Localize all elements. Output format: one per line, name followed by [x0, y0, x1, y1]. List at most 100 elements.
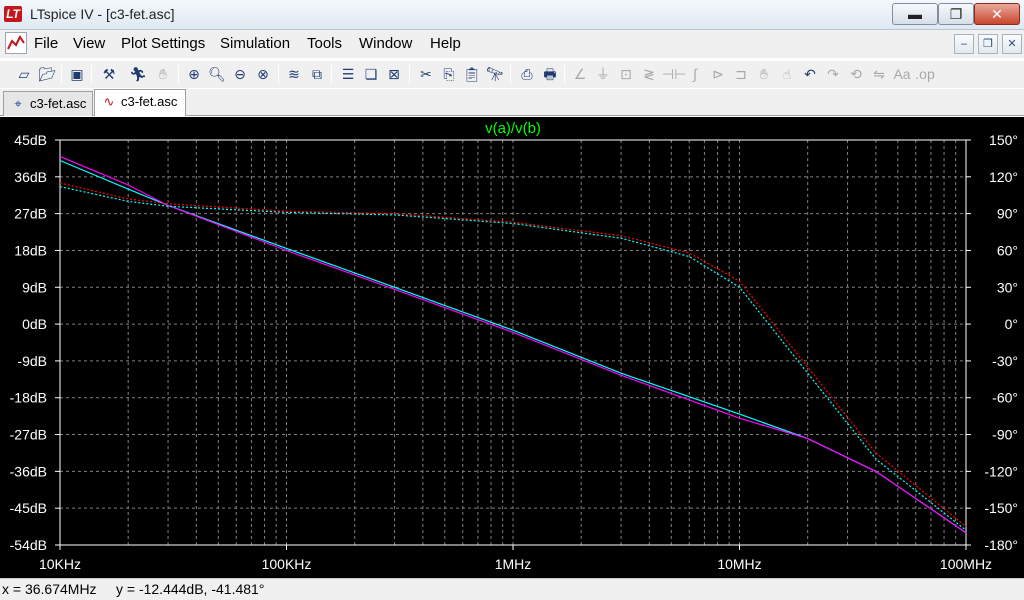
y-tick-label-left: -18dB: [10, 390, 47, 406]
window-title: LTspice IV - [c3-fet.asc]: [30, 6, 175, 22]
spice-directive-icon[interactable]: .op: [915, 64, 935, 84]
y-tick-label-left: -36dB: [10, 463, 47, 479]
y-tick-label-right: -180°: [984, 537, 1018, 553]
label-net-icon[interactable]: ⊡: [616, 64, 636, 84]
menu-window[interactable]: Window: [359, 35, 412, 52]
ltspice-logo-icon: LT: [4, 6, 22, 22]
close-button[interactable]: ✕: [974, 3, 1020, 25]
trace-label: v(a)/v(b): [485, 120, 541, 137]
y-tick-label-right: -150°: [984, 500, 1018, 516]
close-icon: ✕: [1007, 38, 1017, 50]
move-icon[interactable]: ✋︎: [754, 64, 774, 84]
y-tick-label-left: 9dB: [22, 279, 47, 295]
schematic-icon: ⌖: [14, 96, 22, 111]
tile-horizontal-icon[interactable]: ☰: [338, 64, 358, 84]
y-tick-label-left: 45dB: [14, 132, 47, 148]
y-tick-label-right: 0°: [1005, 316, 1018, 332]
wire-icon[interactable]: ∠: [570, 64, 590, 84]
copy-icon[interactable]: ⎘: [439, 64, 459, 84]
menu-file[interactable]: File: [34, 35, 58, 52]
zoom-out-icon[interactable]: ⊖: [230, 64, 250, 84]
zoom-cancel-icon[interactable]: ⊗: [253, 64, 273, 84]
y-tick-label-right: 90°: [997, 206, 1018, 222]
restore-icon: ❐: [983, 38, 993, 50]
new-schematic-icon[interactable]: ▱: [14, 64, 34, 84]
run-icon[interactable]: 🏃︎: [128, 64, 148, 84]
tab-schematic[interactable]: ⌖ c3-fet.asc: [3, 91, 93, 116]
mirror-icon[interactable]: ⇋: [869, 64, 889, 84]
cut-icon[interactable]: ✂: [416, 64, 436, 84]
halt-icon[interactable]: ✋︎: [153, 64, 173, 84]
diode-icon[interactable]: ⊳: [708, 64, 728, 84]
x-tick-label: 100MHz: [940, 556, 992, 572]
drag-icon[interactable]: ☝︎: [777, 64, 797, 84]
zoom-in-icon[interactable]: ⊕: [184, 64, 204, 84]
y-tick-label-right: -90°: [992, 427, 1018, 443]
waveform-icon: ∿: [103, 94, 115, 109]
restore-icon: ❐: [949, 6, 963, 22]
y-tick-label-left: 0dB: [22, 316, 47, 332]
waveform-plot[interactable]: 45dB 150° 36dB 120° 27dB 90° 18dB 60° 9dB 30° 0dB 0…: [0, 117, 1024, 578]
cascade-icon[interactable]: ❏: [361, 64, 381, 84]
resistor-icon[interactable]: ≷: [639, 64, 659, 84]
zoom-area-icon[interactable]: 🔍︎: [207, 64, 227, 84]
title-bar: LT LTspice IV - [c3-fet.asc] ▬ ❐ ✕: [0, 0, 1024, 30]
ground-icon[interactable]: ⏚: [593, 64, 613, 84]
menu-tools[interactable]: Tools: [307, 35, 342, 52]
open-icon[interactable]: 📂︎: [37, 64, 57, 84]
close-icon: ✕: [991, 6, 1003, 22]
print-preview-icon[interactable]: ⎙: [517, 64, 537, 84]
x-tick-label: 10KHz: [39, 556, 81, 572]
y-tick-label-right: -120°: [984, 463, 1018, 479]
component-icon[interactable]: ⊐: [731, 64, 751, 84]
y-tick-label-right: -30°: [992, 353, 1018, 369]
y-tick-label-right: -60°: [992, 390, 1018, 406]
menu-help[interactable]: Help: [430, 35, 461, 52]
phase-trace: [59, 182, 967, 528]
rotate-icon[interactable]: ⟲: [846, 64, 866, 84]
toolbar: ▱ 📂︎ ▣ ⚒ 🏃︎ ✋︎ ⊕ 🔍︎ ⊖ ⊗ ≋ ⧉ ☰ ❏ ⊠ ✂ ⎘ 📋︎…: [0, 60, 1024, 88]
print-icon[interactable]: 🖶︎: [540, 64, 560, 84]
capacitor-icon[interactable]: ⊣⊢: [662, 64, 686, 84]
mdi-close-button[interactable]: ✕: [1002, 34, 1022, 54]
menu-simulation[interactable]: Simulation: [220, 35, 290, 52]
document-system-menu-icon[interactable]: [5, 32, 27, 54]
y-tick-label-right: 150°: [989, 132, 1018, 148]
minimize-icon: –: [960, 38, 968, 50]
paste-icon[interactable]: 📋︎: [462, 64, 482, 84]
y-tick-label-left: -45dB: [10, 500, 47, 516]
control-panel-icon[interactable]: ⚒: [99, 64, 119, 84]
tab-label: c3-fet.asc: [121, 94, 178, 109]
zoom-full-icon[interactable]: ⧉: [307, 64, 327, 84]
x-tick-label: 10MHz: [717, 556, 761, 572]
y-tick-label-left: 27dB: [14, 206, 47, 222]
menu-plot-settings[interactable]: Plot Settings: [121, 35, 205, 52]
minimize-button[interactable]: ▬: [892, 3, 938, 25]
tab-waveform[interactable]: ∿ c3-fet.asc: [94, 89, 186, 116]
y-tick-label-left: -27dB: [10, 427, 47, 443]
y-tick-label-left: -9dB: [17, 353, 47, 369]
minimize-icon: ▬: [908, 6, 922, 22]
save-icon[interactable]: ▣: [67, 64, 87, 84]
tab-bar: ⌖ c3-fet.asc ∿ c3-fet.asc: [0, 89, 1024, 116]
plot-canvas[interactable]: 45dB 150° 36dB 120° 27dB 90° 18dB 60° 9dB 30° 0dB 0…: [0, 117, 1024, 578]
autorange-icon[interactable]: ≋: [284, 64, 304, 84]
menu-view[interactable]: View: [73, 35, 105, 52]
status-bar: x = 36.674MHz y = -12.444dB, -41.481°: [0, 578, 1024, 600]
text-icon[interactable]: Aa: [892, 64, 912, 84]
y-tick-label-left: 36dB: [14, 169, 47, 185]
y-tick-label-left: -54dB: [10, 537, 47, 553]
x-tick-label: 1MHz: [495, 556, 532, 572]
mdi-minimize-button[interactable]: –: [954, 34, 974, 54]
x-tick-label: 100KHz: [262, 556, 312, 572]
close-window-icon[interactable]: ⊠: [384, 64, 404, 84]
mdi-restore-button[interactable]: ❐: [978, 34, 998, 54]
find-icon[interactable]: 🔭︎: [485, 64, 505, 84]
y-tick-label-right: 120°: [989, 169, 1018, 185]
maximize-button[interactable]: ❐: [938, 3, 974, 25]
redo-icon[interactable]: ↷: [823, 64, 843, 84]
menu-bar: File View Plot Settings Simulation Tools…: [0, 30, 1024, 58]
undo-icon[interactable]: ↶: [800, 64, 820, 84]
inductor-icon[interactable]: ∫: [685, 64, 705, 84]
tab-label: c3-fet.asc: [30, 96, 87, 111]
